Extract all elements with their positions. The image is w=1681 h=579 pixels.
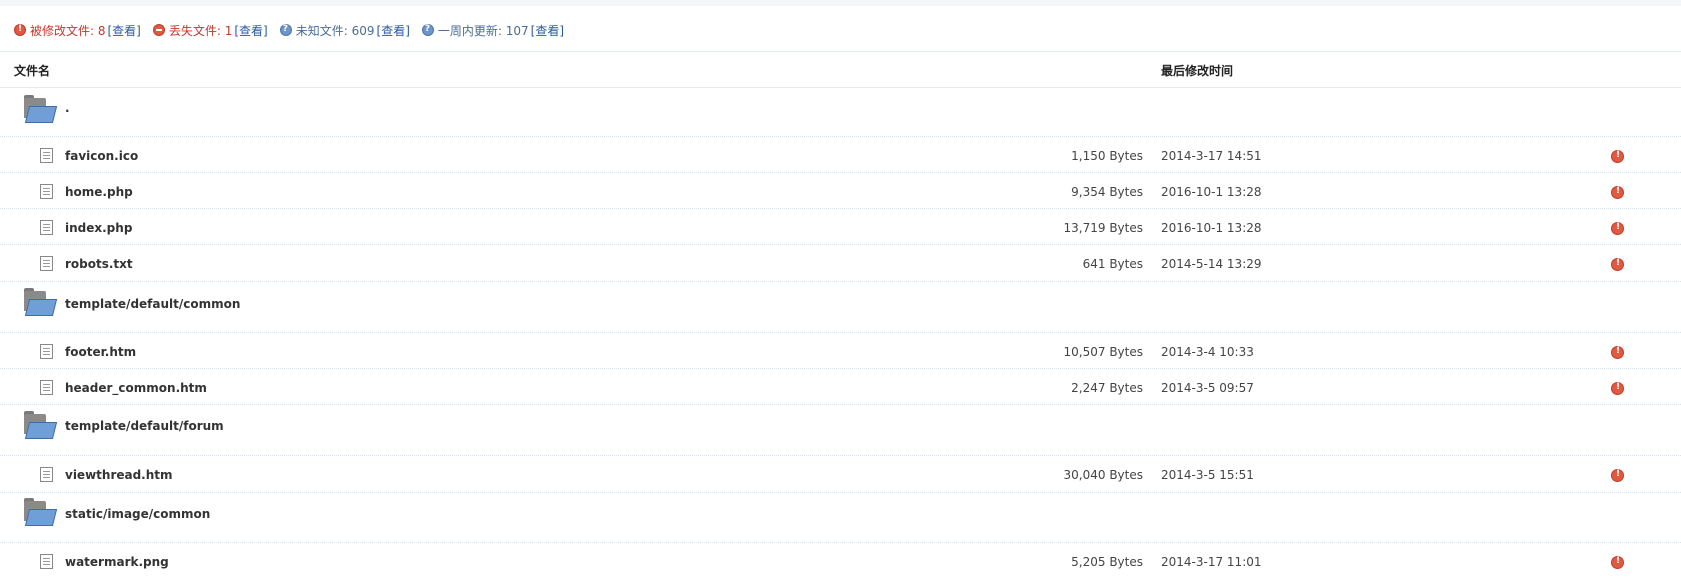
file-icon xyxy=(40,184,53,199)
warning-icon xyxy=(1611,186,1624,199)
folder-name: template/default/forum xyxy=(65,419,224,433)
column-header-modified: 最后修改时间 xyxy=(1161,64,1234,78)
file-row: robots.txt 641 Bytes 2014-5-14 13:29 xyxy=(0,245,1681,282)
file-name: footer.htm xyxy=(65,345,137,359)
warning-icon xyxy=(1611,346,1624,359)
file-size: 1,150 Bytes xyxy=(1071,149,1143,163)
summary-missing-label: 丢失文件: 1 xyxy=(168,23,233,38)
file-modified-time: 2014-3-4 10:33 xyxy=(1161,345,1254,359)
warning-icon xyxy=(1611,556,1624,569)
file-icon xyxy=(40,220,53,235)
file-name: robots.txt xyxy=(65,257,133,271)
file-name: header_common.htm xyxy=(65,381,207,395)
file-icon xyxy=(40,148,53,163)
folder-name: static/image/common xyxy=(65,507,211,521)
top-band xyxy=(0,0,1681,6)
divider xyxy=(0,51,1681,52)
file-row: home.php 9,354 Bytes 2016-10-1 13:28 xyxy=(0,173,1681,209)
file-icon xyxy=(40,554,53,569)
view-unknown-link[interactable]: [查看] xyxy=(377,22,410,39)
file-size: 13,719 Bytes xyxy=(1063,221,1143,235)
file-row: footer.htm 10,507 Bytes 2014-3-4 10:33 xyxy=(0,333,1681,369)
summary-unknown-label: 未知文件: 609 xyxy=(295,23,375,38)
file-modified-time: 2016-10-1 13:28 xyxy=(1161,221,1262,235)
warning-icon xyxy=(1611,222,1624,235)
file-icon xyxy=(40,256,53,271)
file-row: header_common.htm 2,247 Bytes 2014-3-5 0… xyxy=(0,369,1681,405)
file-name: index.php xyxy=(65,221,133,235)
question-icon xyxy=(421,24,434,36)
warning-icon xyxy=(1611,258,1624,271)
file-row: watermark.png 5,205 Bytes 2014-3-17 11:0… xyxy=(0,543,1681,579)
file-size: 2,247 Bytes xyxy=(1071,381,1143,395)
file-row: index.php 13,719 Bytes 2016-10-1 13:28 xyxy=(0,209,1681,245)
folder-row: template/default/common xyxy=(0,282,1681,333)
file-row: favicon.ico 1,150 Bytes 2014-3-17 14:51 xyxy=(0,137,1681,173)
file-name: favicon.ico xyxy=(65,149,139,163)
question-icon xyxy=(279,24,292,36)
folder-icon xyxy=(24,288,58,316)
summary-modified: 被修改文件: 8 [查看] xyxy=(14,22,141,39)
file-row: viewthread.htm 30,040 Bytes 2014-3-5 15:… xyxy=(0,456,1681,493)
view-missing-link[interactable]: [查看] xyxy=(234,22,267,39)
summary-week-updated: 一周内更新: 107 [查看] xyxy=(421,22,564,39)
warning-icon xyxy=(1611,382,1624,395)
view-modified-link[interactable]: [查看] xyxy=(108,22,141,39)
file-modified-time: 2014-3-5 15:51 xyxy=(1161,468,1254,482)
view-week-updated-link[interactable]: [查看] xyxy=(531,22,564,39)
file-modified-time: 2014-5-14 13:29 xyxy=(1161,257,1262,271)
folder-row: . xyxy=(0,87,1681,137)
column-header-filename: 文件名 xyxy=(14,64,51,78)
summary-modified-label: 被修改文件: 8 xyxy=(30,23,106,38)
file-name: viewthread.htm xyxy=(65,468,173,482)
warning-icon xyxy=(1611,469,1624,482)
folder-icon xyxy=(24,498,58,526)
folder-row: static/image/common xyxy=(0,493,1681,543)
file-name: watermark.png xyxy=(65,555,169,569)
summary-missing: 丢失文件: 1 [查看] xyxy=(152,22,268,39)
file-modified-time: 2014-3-17 14:51 xyxy=(1161,149,1262,163)
summary-week-updated-label: 一周内更新: 107 xyxy=(437,23,529,38)
exclamation-icon xyxy=(14,24,26,36)
file-size: 30,040 Bytes xyxy=(1063,468,1143,482)
file-size: 10,507 Bytes xyxy=(1063,345,1143,359)
file-name: home.php xyxy=(65,185,133,199)
file-icon xyxy=(40,380,53,395)
warning-icon xyxy=(1611,150,1624,163)
file-size: 9,354 Bytes xyxy=(1071,185,1143,199)
file-icon xyxy=(40,344,53,359)
file-modified-time: 2016-10-1 13:28 xyxy=(1161,185,1262,199)
file-size: 5,205 Bytes xyxy=(1071,555,1143,569)
file-check-summary: 被修改文件: 8 [查看] 丢失文件: 1 [查看] 未知文件: 609 [查看… xyxy=(14,21,576,39)
folder-icon xyxy=(24,95,58,123)
file-size: 641 Bytes xyxy=(1082,257,1143,271)
folder-row: template/default/forum xyxy=(0,405,1681,456)
folder-name: template/default/common xyxy=(65,297,241,311)
file-icon xyxy=(40,467,53,482)
file-modified-time: 2014-3-17 11:01 xyxy=(1161,555,1262,569)
file-modified-time: 2014-3-5 09:57 xyxy=(1161,381,1254,395)
folder-icon xyxy=(24,411,58,439)
folder-name: . xyxy=(65,101,70,115)
summary-unknown: 未知文件: 609 [查看] xyxy=(279,22,410,39)
minus-circle-icon xyxy=(152,24,165,36)
